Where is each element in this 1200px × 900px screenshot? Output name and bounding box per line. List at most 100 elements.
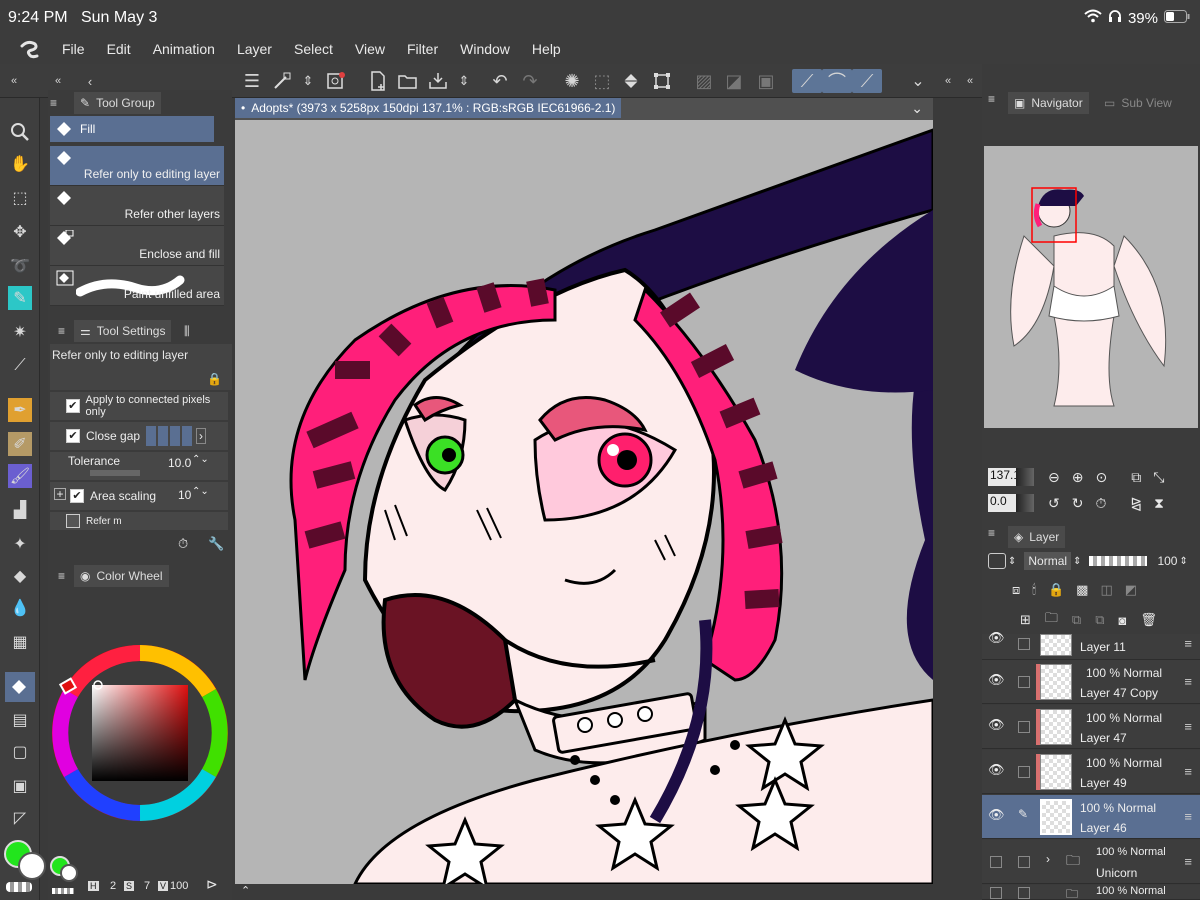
navigator-preview[interactable] [984, 146, 1198, 428]
opacity-stepper[interactable]: ⇕ [1179, 556, 1187, 567]
undo-icon[interactable]: ↶ [488, 69, 512, 93]
sub-tool-detail-icon[interactable]: ⫼ [184, 320, 190, 342]
rotation-slider[interactable] [1016, 494, 1034, 512]
drawing-canvas[interactable] [235, 120, 933, 884]
close-gap-row[interactable]: ✔ Close gap › [50, 422, 228, 450]
menu-animation[interactable]: Animation [153, 41, 215, 57]
lock-layer-icon[interactable]: 🔒 [1048, 582, 1064, 598]
tolerance-stepper[interactable]: ⌃⌄ [192, 454, 209, 465]
transfer-down-icon[interactable]: ⧉ [1072, 612, 1081, 628]
eraser-tool-icon[interactable]: ◆ [8, 564, 32, 588]
close-gap-level-selector[interactable] [146, 426, 193, 446]
chevron-up-icon[interactable]: ⌃ [241, 884, 250, 897]
menu-select[interactable]: Select [294, 41, 333, 57]
frame-tool-icon[interactable]: ▣ [8, 774, 32, 798]
tool-settings-tab[interactable]: ⚌ Tool Settings [74, 320, 172, 342]
eye-icon[interactable]: 👁 [988, 630, 1006, 646]
layer-toggle-box[interactable] [1018, 856, 1030, 868]
subtool-refer-other-layers[interactable]: Refer other layers [50, 186, 224, 226]
fit-navigator-icon[interactable]: ⤡ [1153, 469, 1164, 486]
tolerance-slider[interactable] [90, 470, 140, 476]
rotate-right-icon[interactable]: ↻ [1072, 495, 1084, 512]
layer-menu-icon[interactable]: ≡ [1184, 719, 1192, 734]
zoom-slider[interactable] [1016, 468, 1034, 486]
eye-icon[interactable]: 👁 [988, 672, 1006, 688]
move-tool-icon[interactable]: ✥ [8, 220, 32, 244]
lock-icon[interactable]: 🔒 [207, 372, 222, 386]
new-folder-icon[interactable]: 🗀 [1045, 609, 1058, 631]
layer-toggle-box[interactable] [1018, 638, 1030, 650]
up-down-icon-2[interactable]: ⇕ [452, 69, 476, 93]
redo-icon[interactable]: ↷ [518, 69, 542, 93]
layer-toggle-box[interactable] [1018, 887, 1030, 899]
decoration-tool-icon[interactable]: ✦ [8, 532, 32, 556]
blend-mode-select[interactable]: Normal [1024, 552, 1072, 570]
tool-group-tab[interactable]: ✎ Tool Group [74, 92, 161, 114]
menu-file[interactable]: File [62, 41, 85, 57]
chevron-down-icon-2[interactable]: ⌄ [911, 100, 923, 117]
expand-right-icon-2[interactable]: « [958, 69, 982, 93]
clear-icon[interactable]: ⬚ [590, 69, 614, 93]
new-layer-icon[interactable]: ⊞ [1020, 612, 1031, 628]
fill-bucket-icon[interactable] [620, 69, 644, 93]
subtool-paint-unfilled-area[interactable]: Paint unfilled area [50, 266, 224, 306]
layer-folder-row[interactable]: › 🗀 100 % Normal Unicorn ≡ [982, 840, 1200, 884]
blend-tool-icon[interactable]: 💧 [8, 596, 32, 620]
chevron-right-icon[interactable]: › [196, 428, 207, 444]
zoom-out-icon[interactable]: ⊖ [1048, 469, 1060, 486]
layer-color-icon[interactable] [988, 553, 1006, 569]
transparent-color-icon[interactable] [6, 882, 32, 892]
layer-menu-icon[interactable]: ≡ [1184, 809, 1192, 824]
refer-multiple-row[interactable]: Refer m [50, 512, 228, 530]
transform-icon[interactable] [650, 69, 674, 93]
brush-tool-icon[interactable]: 🖌 [8, 464, 32, 488]
subtool-enclose-and-fill[interactable]: Enclose and fill [50, 226, 224, 266]
rotate-left-icon[interactable]: ↺ [1048, 495, 1060, 512]
layer-toggle-box[interactable] [1018, 766, 1030, 778]
up-down-small-icon-2[interactable]: ⇕ [1073, 556, 1081, 567]
layer-toggle-box[interactable] [1018, 676, 1030, 688]
layer-row[interactable]: 👁 100 % Normal Layer 47 Copy ≡ [982, 660, 1200, 704]
layer-row[interactable]: 👁 100 % Normal Layer 49 ≡ [982, 750, 1200, 794]
apply-connected-checkbox[interactable]: ✔ [66, 399, 80, 413]
sparkle-wand-icon[interactable]: ✷ [8, 320, 32, 344]
eyedropper-tool-icon[interactable]: ⟋ [8, 354, 32, 378]
menu-window[interactable]: Window [460, 41, 510, 57]
document-tab[interactable]: • Adopts* (3973 x 5258px 150dpi 137.1% :… [235, 98, 621, 118]
layer-tab[interactable]: ◈ Layer [1008, 526, 1066, 548]
hamburger-menu-icon[interactable]: ☰ [240, 69, 264, 93]
opacity-slider[interactable] [1089, 556, 1148, 566]
sub-view-tab[interactable]: ▭ Sub View [1098, 92, 1178, 114]
flip-vertical-icon[interactable]: ⧗ [1154, 495, 1164, 512]
small-sub-color[interactable] [60, 864, 78, 882]
reset-rotation-icon[interactable]: ⏱ [1095, 495, 1106, 512]
reference-layer-icon[interactable]: 🕯 [1032, 582, 1036, 598]
ruler-snap-icon[interactable]: ⟋ [792, 69, 822, 93]
invert-selection-icon[interactable]: ◪ [722, 69, 746, 93]
color-wheel-tab[interactable]: ◉ Color Wheel [74, 565, 169, 587]
lock-transparent-icon[interactable]: ▩ [1076, 582, 1088, 598]
create-mask-icon[interactable]: ◙ [1119, 613, 1127, 628]
layer-toggle-box[interactable] [1018, 721, 1030, 733]
fit-actual-icon[interactable]: ⊙ [1095, 469, 1107, 486]
visibility-off-box[interactable] [990, 856, 1002, 868]
app-logo-icon[interactable] [18, 39, 42, 59]
combine-down-icon[interactable]: ⧉ [1095, 612, 1104, 628]
layer-menu-icon[interactable]: ≡ [1184, 854, 1192, 869]
sub-color-swatch[interactable] [18, 852, 46, 880]
rotation-input[interactable]: 0.0 [988, 494, 1016, 512]
chevron-down-icon[interactable]: ⌄ [906, 69, 930, 93]
panel-menu-icon[interactable]: ≡ [50, 92, 60, 114]
play-circle-icon[interactable]: ⊳ [206, 876, 218, 893]
menu-view[interactable]: View [355, 41, 385, 57]
clip-layer-icon[interactable]: ⧈ [1012, 582, 1020, 598]
subtool-refer-editing-layer[interactable]: Refer only to editing layer [50, 146, 224, 186]
zoom-tool-icon[interactable] [8, 120, 32, 144]
delete-layer-icon[interactable]: 🗑 [1140, 612, 1157, 628]
layer-row[interactable]: 👁 Layer 11 ≡ [982, 630, 1200, 660]
expand-right-icon[interactable]: « [936, 69, 960, 93]
expand-plus-icon[interactable]: + [54, 488, 66, 500]
operation-tool-icon[interactable]: ⬚ [8, 186, 32, 210]
pen-tool-icon[interactable]: ✒ [8, 398, 32, 422]
gradient-tool-icon[interactable]: ▤ [8, 708, 32, 732]
